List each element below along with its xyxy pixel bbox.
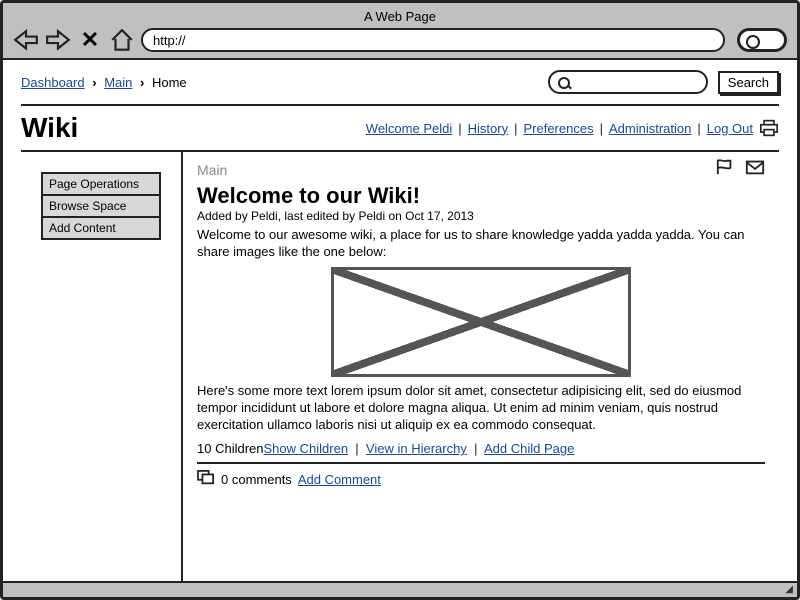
image-placeholder [331, 267, 631, 377]
breadcrumb-current: Home [152, 75, 187, 90]
add-child-page-link[interactable]: Add Child Page [484, 441, 574, 456]
header-links: Welcome Peldi | History | Preferences | … [366, 119, 779, 137]
resize-grip-icon[interactable]: ◢ [785, 584, 793, 595]
administration-link[interactable]: Administration [609, 121, 691, 136]
add-comment-link[interactable]: Add Comment [298, 472, 381, 487]
space-name: Main [197, 162, 227, 178]
preferences-link[interactable]: Preferences [523, 121, 593, 136]
welcome-link[interactable]: Welcome Peldi [366, 121, 452, 136]
divider [21, 104, 779, 106]
site-title: Wiki [21, 112, 78, 144]
page-byline: Added by Peldi, last edited by Peldi on … [197, 209, 765, 223]
mail-icon[interactable] [745, 158, 765, 181]
comments-count: 0 comments [221, 472, 292, 487]
divider [197, 462, 765, 464]
page-panel: Main Welcome to our Wiki! Added by Peldi… [181, 152, 779, 581]
browser-window: A Web Page ✕ http:// Dashboard › Main › … [0, 0, 800, 600]
browser-search-oval[interactable] [737, 28, 787, 52]
children-row: 10 ChildrenShow Children | View in Hiera… [197, 441, 765, 456]
intro-text: Welcome to our awesome wiki, a place for… [197, 227, 765, 261]
page-title: Welcome to our Wiki! [197, 183, 765, 209]
chevron-right-icon: › [92, 75, 96, 90]
show-children-link[interactable]: Show Children [264, 441, 349, 456]
search-input[interactable] [548, 70, 708, 94]
page-content: Dashboard › Main › Home Search Wiki Welc… [3, 60, 797, 581]
children-count: 10 Children [197, 441, 264, 456]
flag-icon[interactable] [715, 158, 735, 181]
home-button[interactable] [109, 29, 135, 51]
breadcrumb: Dashboard › Main › Home [21, 75, 187, 90]
more-text: Here's some more text lorem ipsum dolor … [197, 383, 765, 434]
forward-button[interactable] [45, 29, 71, 51]
chevron-right-icon: › [140, 75, 144, 90]
breadcrumb-dashboard[interactable]: Dashboard [21, 75, 85, 90]
search-button[interactable]: Search [718, 71, 779, 94]
sidebar: Page Operations Browse Space Add Content [21, 152, 181, 581]
status-bar: ◢ [3, 581, 797, 597]
page-operations-button[interactable]: Page Operations [41, 172, 161, 196]
history-link[interactable]: History [468, 121, 508, 136]
url-text: http:// [153, 33, 186, 48]
logout-link[interactable]: Log Out [707, 121, 753, 136]
comment-icon [197, 470, 215, 489]
view-hierarchy-link[interactable]: View in Hierarchy [366, 441, 467, 456]
back-button[interactable] [13, 29, 39, 51]
url-bar[interactable]: http:// [141, 28, 725, 52]
breadcrumb-main[interactable]: Main [104, 75, 132, 90]
browse-space-button[interactable]: Browse Space [41, 194, 161, 218]
add-content-button[interactable]: Add Content [41, 216, 161, 240]
print-icon[interactable] [759, 119, 779, 137]
browser-title: A Web Page [13, 9, 787, 24]
stop-button[interactable]: ✕ [77, 29, 103, 51]
browser-chrome: A Web Page ✕ http:// [3, 3, 797, 60]
